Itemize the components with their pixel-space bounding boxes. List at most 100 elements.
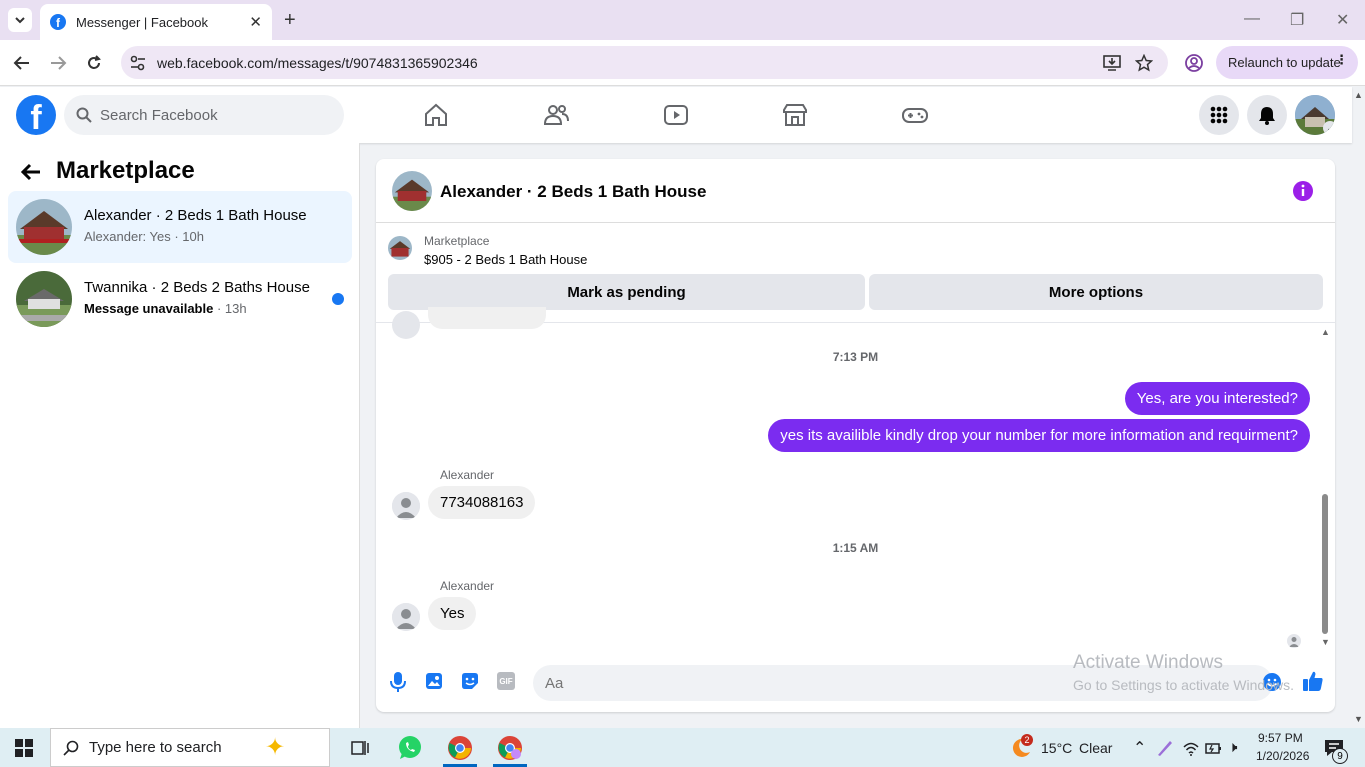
- copilot-sparkle-icon[interactable]: ✦: [265, 733, 285, 762]
- taskbar-search-placeholder: Type here to search: [89, 739, 222, 756]
- page-scroll-up-arrow[interactable]: ▲: [1354, 90, 1363, 100]
- windows-start-icon[interactable]: [15, 739, 33, 757]
- windows-taskbar: Type here to search ✦ 2 15°C Clear ⌃ 🕨 9…: [0, 728, 1365, 767]
- message-timestamp: 7:13 PM: [832, 350, 879, 364]
- page-scroll-down-arrow[interactable]: ▼: [1354, 714, 1363, 724]
- browser-tab-messenger[interactable]: f Messenger | Facebook ✕: [40, 4, 272, 40]
- listing-thumbnail: [16, 199, 72, 255]
- message-scrollbar-thumb[interactable]: [1322, 494, 1328, 634]
- address-bar[interactable]: web.facebook.com/messages/t/907483136590…: [121, 46, 1168, 79]
- bell-icon: [1259, 107, 1275, 125]
- listing-source: Marketplace: [424, 234, 490, 248]
- reload-icon[interactable]: [85, 54, 103, 72]
- sender-avatar: [392, 492, 420, 520]
- facebook-header: f Search Facebook ⌄: [0, 87, 1352, 143]
- scroll-up-arrow[interactable]: ▲: [1321, 327, 1330, 337]
- search-icon: [63, 740, 79, 756]
- taskbar-search-box[interactable]: Type here to search ✦: [50, 728, 330, 767]
- activate-windows-watermark: Activate Windows: [1073, 652, 1223, 673]
- sidebar-title: Marketplace: [56, 157, 195, 184]
- weather-alert-badge: 2: [1021, 734, 1033, 746]
- whatsapp-icon[interactable]: [397, 735, 423, 761]
- volume-muted-icon[interactable]: 🕨: [1228, 739, 1237, 756]
- menu-grid-button[interactable]: [1199, 95, 1239, 135]
- mark-as-pending-button[interactable]: Mark as pending: [388, 274, 865, 310]
- listing-title[interactable]: $905 - 2 Beds 1 Bath House: [424, 252, 587, 267]
- back-icon[interactable]: [13, 54, 31, 72]
- tab-title: Messenger | Facebook: [76, 14, 208, 30]
- chat-panel: Alexander · 2 Beds 1 Bath House Marketpl…: [376, 159, 1335, 712]
- conversation-preview: Alexander: Yes · 10h: [84, 229, 204, 244]
- search-placeholder: Search Facebook: [100, 106, 218, 124]
- site-settings-icon[interactable]: [129, 54, 147, 72]
- browser-toolbar: web.facebook.com/messages/t/907483136590…: [0, 40, 1365, 86]
- relaunch-button[interactable]: Relaunch to update ⋮: [1216, 46, 1358, 79]
- photo-icon[interactable]: [425, 672, 443, 690]
- back-arrow-icon[interactable]: [20, 161, 42, 183]
- sender-avatar: [392, 311, 420, 339]
- chrome-profile-icon[interactable]: [497, 735, 523, 761]
- install-app-icon[interactable]: [1103, 54, 1121, 72]
- sticker-icon[interactable]: [461, 672, 479, 690]
- close-window-button[interactable]: ✕: [1336, 10, 1349, 30]
- clock-date[interactable]: 1/20/2026: [1256, 749, 1309, 763]
- gaming-icon[interactable]: [901, 101, 929, 129]
- minimize-button[interactable]: —: [1244, 10, 1260, 28]
- new-tab-button[interactable]: +: [284, 9, 296, 32]
- sender-name: Alexander: [440, 579, 495, 593]
- url-text: web.facebook.com/messages/t/907483136590…: [157, 54, 478, 71]
- sender-name: Alexander: [440, 468, 495, 482]
- facebook-logo-icon[interactable]: f: [16, 95, 56, 135]
- bookmark-star-icon[interactable]: [1135, 54, 1153, 72]
- chat-title[interactable]: Alexander · 2 Beds 1 Bath House: [440, 182, 706, 202]
- profile-icon[interactable]: [1184, 53, 1204, 73]
- message-list[interactable]: 7:13 PM Yes, are you interested? yes its…: [376, 307, 1335, 652]
- account-dropdown-icon: ⌄: [1323, 121, 1335, 135]
- chrome-icon[interactable]: [447, 735, 473, 761]
- default-avatar-icon: [392, 603, 420, 631]
- notifications-button[interactable]: [1247, 95, 1287, 135]
- microphone-icon[interactable]: [390, 672, 406, 692]
- more-options-button[interactable]: More options: [869, 274, 1323, 310]
- gif-icon[interactable]: GIF: [497, 672, 515, 690]
- marketplace-icon[interactable]: [781, 101, 809, 129]
- message-timestamp: 1:15 AM: [832, 541, 879, 555]
- clock-time[interactable]: 9:57 PM: [1258, 731, 1303, 745]
- friends-icon[interactable]: [542, 101, 570, 129]
- scroll-down-arrow[interactable]: ▼: [1321, 637, 1330, 647]
- task-view-icon[interactable]: [350, 738, 370, 758]
- incoming-message[interactable]: 7734088163: [428, 486, 536, 519]
- battery-icon[interactable]: [1204, 739, 1222, 757]
- account-avatar[interactable]: ⌄: [1295, 95, 1335, 135]
- marketplace-sidebar: Marketplace Alexander · 2 Beds 1 Bath Ho…: [0, 143, 360, 728]
- weather-temperature[interactable]: 15°C: [1041, 740, 1072, 756]
- info-icon[interactable]: [1292, 180, 1314, 202]
- show-hidden-icons[interactable]: ⌃: [1133, 738, 1146, 758]
- listing-small-thumbnail: [388, 236, 412, 260]
- conversation-name: Alexander · 2 Beds 1 Bath House: [84, 207, 307, 224]
- pen-icon[interactable]: [1156, 739, 1174, 757]
- outgoing-message[interactable]: Yes, are you interested?: [1124, 382, 1310, 415]
- notification-count-badge: 9: [1332, 748, 1348, 764]
- weather-description[interactable]: Clear: [1079, 740, 1112, 756]
- conversation-preview: Message unavailable · 13h: [84, 301, 247, 316]
- forward-icon[interactable]: [49, 54, 67, 72]
- sender-avatar: [392, 603, 420, 631]
- conversation-item-alexander[interactable]: Alexander · 2 Beds 1 Bath House Alexande…: [8, 191, 352, 263]
- close-tab-icon[interactable]: ✕: [249, 13, 262, 31]
- search-icon: [76, 107, 92, 123]
- thumbs-up-icon[interactable]: [1302, 670, 1324, 692]
- previous-message-bubble: [428, 307, 546, 329]
- home-icon[interactable]: [422, 101, 450, 129]
- incoming-message[interactable]: Yes: [428, 597, 477, 630]
- facebook-search-input[interactable]: Search Facebook: [64, 95, 344, 135]
- chat-listing-avatar[interactable]: [392, 171, 432, 211]
- wifi-icon[interactable]: [1182, 739, 1200, 757]
- outgoing-message[interactable]: yes its availible kindly drop your numbe…: [768, 419, 1310, 452]
- video-icon[interactable]: [662, 101, 690, 129]
- conversation-item-twannika[interactable]: Twannika · 2 Beds 2 Baths House Message …: [8, 263, 352, 335]
- listing-thumbnail: [16, 271, 72, 327]
- restore-button[interactable]: ❐: [1290, 10, 1304, 30]
- default-avatar-icon: [392, 492, 420, 520]
- tab-search-button[interactable]: [8, 8, 32, 32]
